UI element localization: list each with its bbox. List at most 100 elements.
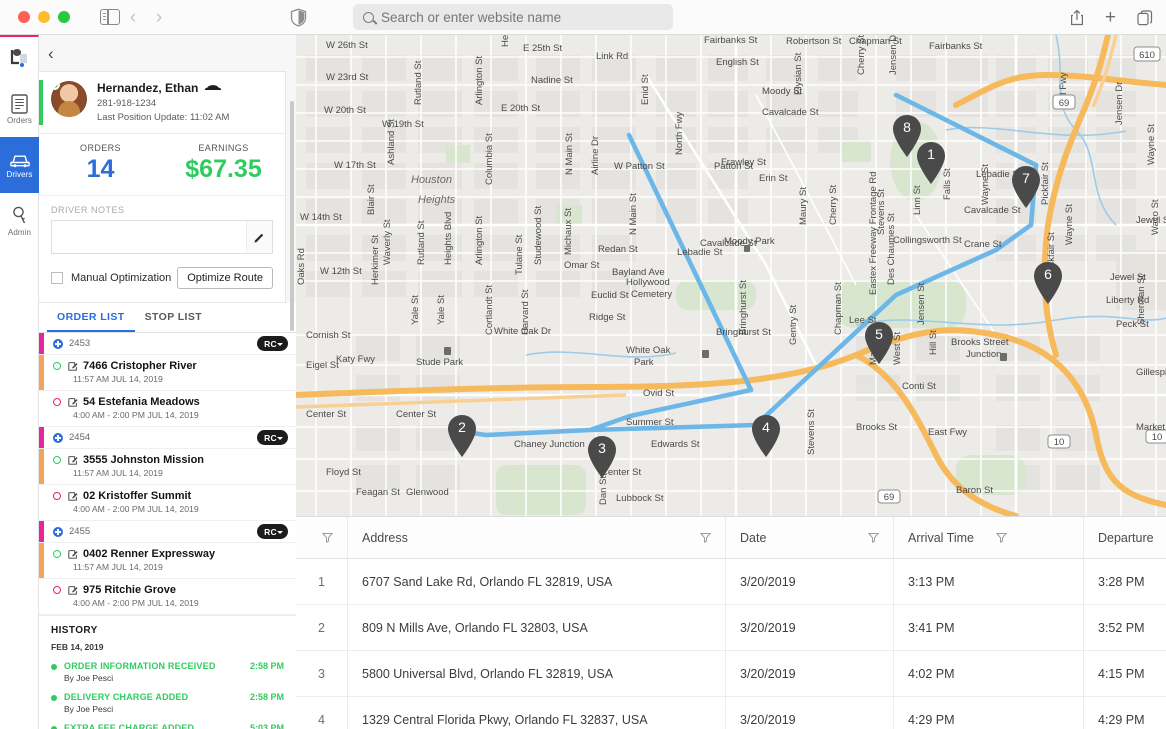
zoom-window-button[interactable] xyxy=(58,11,70,23)
map-pin-4[interactable]: 4 xyxy=(749,414,783,458)
svg-text:Studewood St: Studewood St xyxy=(533,205,544,265)
close-window-button[interactable] xyxy=(18,11,30,23)
list-item[interactable]: 3555 Johnston Mission 11:57 AM JUL 14, 2… xyxy=(39,449,296,485)
filter-icon[interactable] xyxy=(995,532,1007,543)
table-row[interactable]: 1 6707 Sand Lake Rd, Orlando FL 32819, U… xyxy=(296,559,1166,605)
svg-text:69: 69 xyxy=(884,492,895,503)
forward-button[interactable]: › xyxy=(146,8,172,27)
sidebar-item-drivers[interactable]: Drivers xyxy=(0,137,39,193)
svg-text:Cornish St: Cornish St xyxy=(306,330,351,341)
table-cell-arrival: 4:29 PM xyxy=(894,697,1084,729)
rc-badge[interactable]: RC xyxy=(257,524,288,539)
panel-back-button[interactable]: ‹ xyxy=(48,45,54,62)
new-tab-icon[interactable]: + xyxy=(1105,8,1116,27)
svg-text:Waco St: Waco St xyxy=(1150,199,1161,235)
svg-text:White Oak: White Oak xyxy=(626,345,671,356)
sidebar-item-admin[interactable]: Admin xyxy=(0,193,39,249)
optimize-route-button[interactable]: Optimize Route xyxy=(177,267,273,289)
order-group-header[interactable]: 2455 RC xyxy=(39,521,296,543)
key-icon xyxy=(12,206,25,223)
svg-text:Yale St: Yale St xyxy=(436,295,447,325)
map-pin-7[interactable]: 7 xyxy=(1009,165,1043,209)
map-pin-6[interactable]: 6 xyxy=(1031,261,1065,305)
pencil-icon[interactable] xyxy=(246,221,272,253)
table-header-arrival: Arrival Time xyxy=(894,517,1084,558)
panel-scrollbar[interactable] xyxy=(290,101,294,331)
stat-orders-label: ORDERS xyxy=(80,143,121,153)
driver-last-update: Last Position Update: 11:02 AM xyxy=(97,112,230,123)
table-row[interactable]: 4 1329 Central Florida Pkwy, Orlando FL … xyxy=(296,697,1166,729)
dropoff-ring-icon xyxy=(53,586,61,594)
svg-text:Jensen Dr: Jensen Dr xyxy=(1114,82,1125,125)
filter-icon[interactable] xyxy=(868,532,879,543)
manual-optimization-checkbox[interactable] xyxy=(51,272,63,284)
list-item[interactable]: 54 Estefania Meadows 4:00 AM - 2:00 PM J… xyxy=(39,391,296,427)
table-cell-address: 6707 Sand Lake Rd, Orlando FL 32819, USA xyxy=(348,559,726,604)
tab-order-list[interactable]: ORDER LIST xyxy=(47,303,135,332)
route-map[interactable]: .st{font-family:"Liberation Sans",sans-s… xyxy=(296,35,1166,516)
show-tabs-icon[interactable] xyxy=(1137,10,1153,26)
map-pin-2[interactable]: 2 xyxy=(445,414,479,458)
list-item[interactable]: 0402 Renner Expressway 11:57 AM JUL 14, … xyxy=(39,543,296,579)
history-dot-icon xyxy=(51,664,57,670)
rc-badge[interactable]: RC xyxy=(257,336,288,351)
address-bar-placeholder: Search or enter website name xyxy=(381,9,562,25)
history-author: By Joe Pesci xyxy=(64,673,114,683)
map-pin-8[interactable]: 8 xyxy=(890,114,924,158)
back-button[interactable]: ‹ xyxy=(120,8,146,27)
svg-text:Wayne St: Wayne St xyxy=(1064,204,1075,245)
order-group-header[interactable]: 2454 RC xyxy=(39,427,296,449)
table-row[interactable]: 3 5800 Universal Blvd, Orlando FL 32819,… xyxy=(296,651,1166,697)
history-event: EXTRA FEE CHARGE ADDED xyxy=(64,723,195,729)
history-date: FEB 14, 2019 xyxy=(51,642,104,652)
map-pin-5[interactable]: 5 xyxy=(862,321,896,365)
table-cell-date: 3/20/2019 xyxy=(726,651,894,696)
svg-text:Robertson St: Robertson St xyxy=(786,36,842,47)
stops-table: Address Date Arrival Time Departure 1 67… xyxy=(296,516,1166,729)
filter-icon[interactable] xyxy=(322,532,333,543)
order-id: 2454 xyxy=(69,432,91,443)
svg-text:Katy Fwy: Katy Fwy xyxy=(336,354,375,365)
sidebar-item-orders[interactable]: Orders xyxy=(0,81,39,137)
list-item[interactable]: 02 Kristoffer Summit 4:00 AM - 2:00 PM J… xyxy=(39,485,296,521)
table-header-departure: Departure xyxy=(1084,517,1166,558)
minimize-window-button[interactable] xyxy=(38,11,50,23)
order-group-header[interactable]: 2453 RC xyxy=(39,333,296,355)
stop-time: 4:00 AM - 2:00 PM JUL 14, 2019 xyxy=(73,410,199,420)
driver-notes-box[interactable] xyxy=(51,220,273,254)
history-dot-icon xyxy=(51,695,57,701)
svg-text:Stude Park: Stude Park xyxy=(416,357,463,368)
sidebar-item-orders-label: Orders xyxy=(6,115,33,125)
app-logo[interactable] xyxy=(0,37,39,81)
table-row[interactable]: 2 809 N Mills Ave, Orlando FL 32803, USA… xyxy=(296,605,1166,651)
share-icon[interactable] xyxy=(1070,9,1084,26)
svg-text:English St: English St xyxy=(716,57,759,68)
svg-text:Maury St: Maury St xyxy=(798,187,809,225)
shield-icon[interactable] xyxy=(290,8,307,27)
note-icon xyxy=(68,362,78,371)
svg-text:Nadine St: Nadine St xyxy=(531,75,573,86)
stop-title: 54 Estefania Meadows xyxy=(83,396,200,408)
map-pin-7-label: 7 xyxy=(1022,170,1030,186)
svg-text:Cherry St: Cherry St xyxy=(828,185,839,225)
driver-notes-input[interactable] xyxy=(52,221,246,253)
sidebar-item-drivers-label: Drivers xyxy=(6,170,33,179)
svg-text:W 17th St: W 17th St xyxy=(334,160,376,171)
sidebar-toggle-icon[interactable] xyxy=(100,9,120,25)
stat-earnings: EARNINGS $67.35 xyxy=(162,143,285,184)
svg-text:Gentry St: Gentry St xyxy=(788,305,799,345)
tab-stop-list[interactable]: STOP LIST xyxy=(135,303,212,332)
svg-text:Michaux St: Michaux St xyxy=(563,208,574,255)
address-bar[interactable]: Search or enter website name xyxy=(353,4,673,30)
svg-text:610: 610 xyxy=(1139,50,1155,61)
rc-badge[interactable]: RC xyxy=(257,430,288,445)
search-icon xyxy=(363,11,374,23)
svg-text:Euclid St: Euclid St xyxy=(591,290,629,301)
filter-icon[interactable] xyxy=(700,532,711,543)
list-item[interactable]: 7466 Cristopher River 11:57 AM JUL 14, 2… xyxy=(39,355,296,391)
svg-text:Arlington St: Arlington St xyxy=(474,216,485,265)
svg-text:W 20th St: W 20th St xyxy=(324,105,366,116)
list-item[interactable]: 975 Ritchie Grove 4:00 AM - 2:00 PM JUL … xyxy=(39,579,296,615)
svg-text:Ridge St: Ridge St xyxy=(589,312,626,323)
map-pin-3[interactable]: 3 xyxy=(585,435,619,479)
